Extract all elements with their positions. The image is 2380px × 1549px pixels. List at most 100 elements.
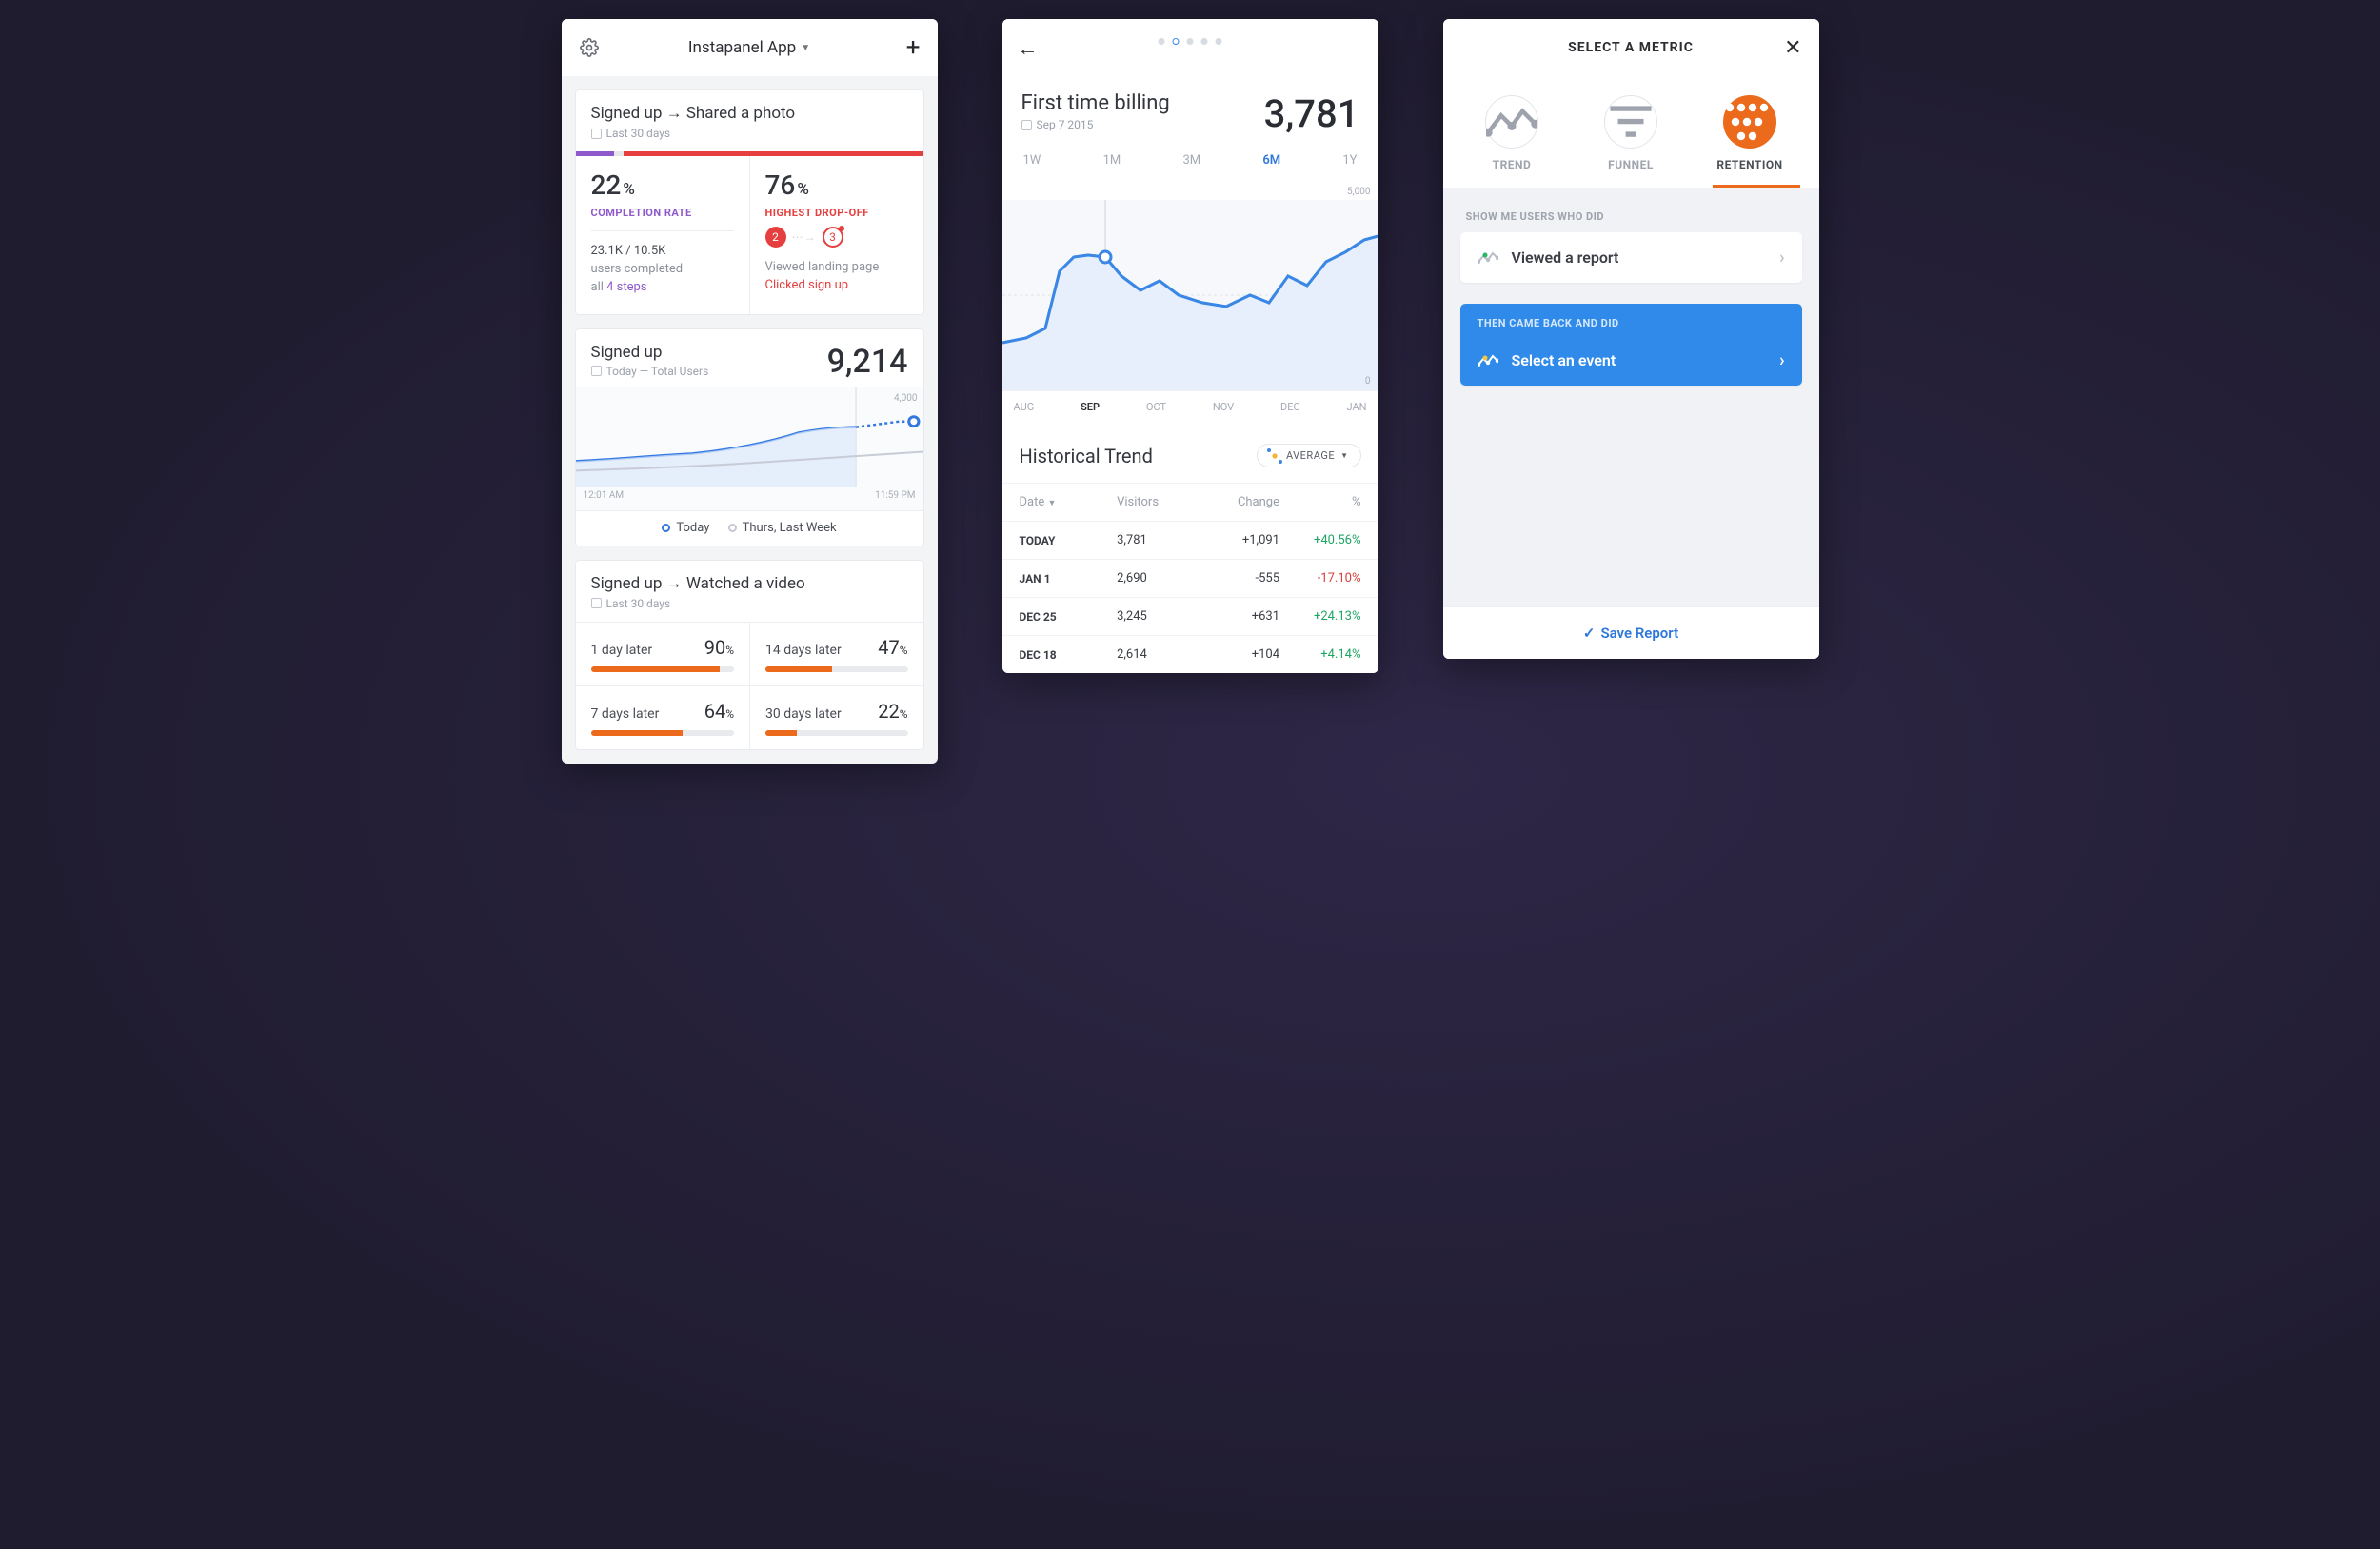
dropoff-link[interactable]: Clicked sign up: [765, 277, 908, 295]
cell-change: +631: [1199, 609, 1279, 624]
th-date[interactable]: Date ▼: [1020, 495, 1118, 509]
signedup-chart: 4,000 12:01 AM 11:59 PM: [576, 387, 923, 510]
signedup-card[interactable]: Signed up Today — Total Users 9,214 4,00…: [575, 328, 924, 546]
month-dec[interactable]: DEC: [1280, 401, 1300, 413]
check-icon: ✓: [1583, 625, 1596, 642]
funnel-subtitle: Last 30 days: [591, 127, 908, 140]
th-visitors[interactable]: Visitors: [1117, 495, 1198, 509]
topbar: SELECT A METRIC ✕: [1443, 19, 1819, 76]
screen-metric-detail: ← First time billing Sep 7 2015 3,781 1W…: [1002, 19, 1378, 673]
settings-icon[interactable]: [579, 37, 600, 58]
range-tabs[interactable]: 1W 1M 3M 6M 1Y: [1002, 146, 1378, 181]
month-jan[interactable]: JAN: [1347, 401, 1367, 413]
retention-pct: 22%: [878, 700, 907, 723]
calendar-icon: [1021, 120, 1032, 130]
funnel-card[interactable]: Signed up → Shared a photo Last 30 days …: [575, 89, 924, 315]
range-tab-6m[interactable]: 6M: [1259, 149, 1284, 171]
retention-cell[interactable]: 14 days later47%: [749, 622, 923, 685]
signedup-title: Signed up: [591, 343, 709, 362]
legend-today[interactable]: Today: [662, 521, 709, 535]
hist-title: Historical Trend: [1020, 445, 1153, 467]
page-title: SELECT A METRIC: [1568, 40, 1694, 55]
metric-opt-label: FUNNEL: [1608, 158, 1654, 171]
cell-visitors: 2,690: [1117, 571, 1198, 586]
cell-change: -555: [1199, 571, 1279, 586]
metric-opt-trend[interactable]: TREND: [1469, 95, 1555, 171]
table-row[interactable]: DEC 182,614+104+4.14%: [1002, 635, 1378, 673]
app-selector[interactable]: Instapanel App ▼: [688, 38, 810, 57]
retention-pct: 47%: [878, 636, 907, 659]
legend-lastweek[interactable]: Thurs, Last Week: [728, 521, 837, 535]
metric-opt-funnel[interactable]: FUNNEL: [1588, 95, 1674, 171]
retention-bar: [765, 730, 908, 736]
funnel-sub-text: Last 30 days: [606, 127, 671, 140]
event-did-label: Viewed a report: [1512, 248, 1619, 267]
retention-bar: [591, 730, 735, 736]
month-oct[interactable]: OCT: [1146, 401, 1166, 413]
event-cameback-label: Select an event: [1512, 351, 1616, 369]
dropoff-col: 76% HIGHEST DROP-OFF 2 ⋯→ 3 Viewed landi…: [749, 156, 923, 314]
y-axis-top: 4,000: [894, 393, 917, 404]
caret-down-icon: ▼: [801, 43, 810, 53]
metric-date: Sep 7 2015: [1037, 118, 1094, 131]
event-selector-cameback[interactable]: Select an event ›: [1460, 335, 1802, 386]
range-tab-1m[interactable]: 1M: [1100, 149, 1125, 171]
back-icon[interactable]: ←: [1018, 36, 1039, 61]
retention-cell[interactable]: 7 days later 64%: [576, 685, 750, 749]
retention-card[interactable]: Signed up → Watched a video Last 30 days…: [575, 560, 924, 750]
screen-select-metric: SELECT A METRIC ✕ TREND FUNNEL RETENTION S…: [1443, 19, 1819, 659]
metric-opt-label: RETENTION: [1716, 158, 1782, 171]
chevron-right-icon: ›: [1779, 350, 1784, 370]
close-icon[interactable]: ✕: [1784, 36, 1801, 60]
save-report-button[interactable]: ✓Save Report: [1443, 606, 1819, 659]
completion-counts: 23.1K / 10.5K: [591, 243, 734, 261]
month-sep[interactable]: SEP: [1081, 401, 1100, 413]
add-icon[interactable]: +: [906, 33, 921, 62]
retention-cell[interactable]: 1 day later90%: [576, 622, 750, 685]
cell-visitors: 3,781: [1117, 533, 1198, 547]
retention-label: 1 day later: [591, 643, 653, 658]
metric-head: First time billing Sep 7 2015 3,781: [1002, 67, 1378, 146]
range-tab-3m[interactable]: 3M: [1179, 149, 1204, 171]
signedup-legend: Today Thurs, Last Week: [576, 510, 923, 546]
cell-date: DEC 18: [1020, 648, 1118, 662]
completion-value: 22: [591, 169, 622, 201]
steps-link[interactable]: 4 steps: [606, 280, 646, 294]
cell-pct: +24.13%: [1279, 609, 1360, 624]
table-row[interactable]: JAN 12,690-555-17.10%: [1002, 559, 1378, 597]
retention-icon: [1723, 95, 1776, 149]
funnel-icon: [1604, 95, 1657, 149]
metric-opt-retention[interactable]: RETENTION: [1707, 95, 1793, 171]
pager[interactable]: [1159, 38, 1222, 45]
step-bubbles: 2 ⋯→ 3: [765, 227, 908, 248]
event-selector-did[interactable]: Viewed a report ›: [1460, 232, 1802, 283]
retention-bar: [591, 666, 735, 672]
trend-icon: [1485, 95, 1538, 149]
retention-bar: [765, 666, 908, 672]
x-axis-right: 11:59 PM: [875, 490, 915, 501]
cell-pct: +40.56%: [1279, 533, 1360, 547]
month-nov[interactable]: NOV: [1213, 401, 1234, 413]
range-tab-1w[interactable]: 1W: [1020, 149, 1045, 171]
th-change[interactable]: Change: [1199, 495, 1279, 509]
table-row[interactable]: DEC 253,245+631+24.13%: [1002, 597, 1378, 635]
retention-sub: Last 30 days: [591, 597, 908, 610]
retention-label: 7 days later: [591, 706, 660, 722]
retention-pct: 64%: [704, 700, 734, 723]
dropoff-desc1: Viewed landing page: [765, 259, 908, 277]
th-pct[interactable]: %: [1279, 495, 1360, 509]
metric-title: First time billing: [1021, 91, 1170, 115]
hist-head: Historical Trend AVERAGE ▼: [1002, 428, 1378, 483]
history-table: Date ▼ Visitors Change % TODAY3,781+1,09…: [1002, 483, 1378, 673]
range-tab-1y[interactable]: 1Y: [1339, 149, 1360, 171]
table-row[interactable]: TODAY3,781+1,091+40.56%: [1002, 521, 1378, 559]
section-label: THEN CAME BACK AND DID: [1460, 304, 1802, 335]
billing-chart[interactable]: 5,000 0: [1002, 181, 1378, 390]
month-aug[interactable]: AUG: [1014, 401, 1035, 413]
month-labels[interactable]: AUG SEP OCT NOV DEC JAN: [1002, 390, 1378, 428]
metric-value: 3,781: [1264, 91, 1359, 136]
trend-icon: [1478, 250, 1498, 266]
average-selector[interactable]: AVERAGE ▼: [1257, 444, 1361, 467]
app-name-label: Instapanel App: [688, 38, 796, 57]
retention-cell[interactable]: 30 days later22%: [749, 685, 923, 749]
